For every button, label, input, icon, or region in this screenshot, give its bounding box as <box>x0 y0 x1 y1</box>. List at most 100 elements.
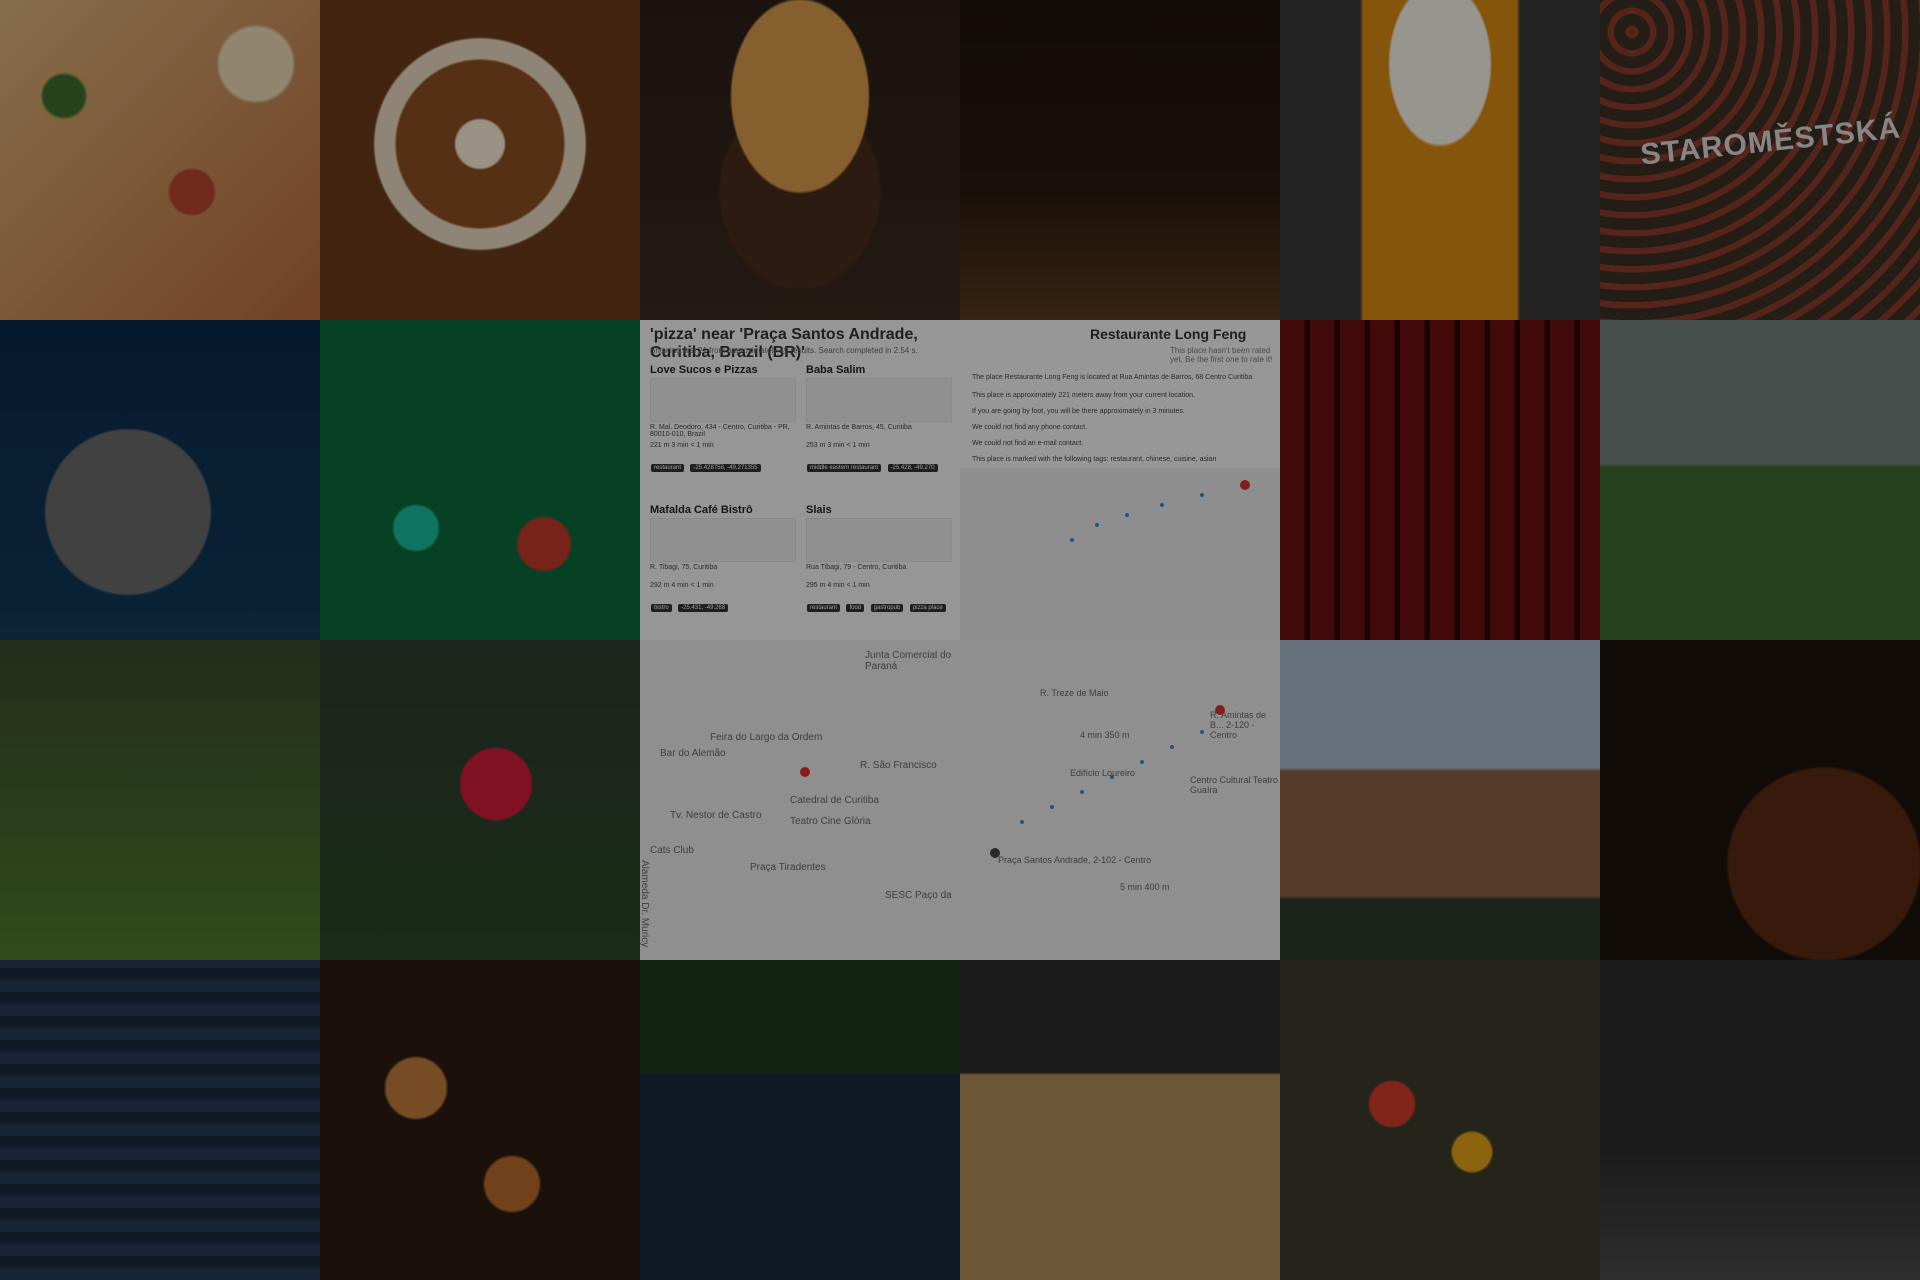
map-label: 5 min 400 m <box>1120 882 1170 892</box>
result-address: R. Amintas de Barros, 45, Curitiba <box>806 424 912 431</box>
tile-metro[interactable]: STAROMĚSTSKÁ <box>1600 0 1920 320</box>
result-map-thumbnail[interactable] <box>650 378 796 422</box>
result-tags: restaurant -25.428758, -49.271355 <box>650 456 762 474</box>
detail-line: This place is marked with the following … <box>972 456 1217 463</box>
burger-photo <box>640 0 960 320</box>
tile-bowling[interactable] <box>960 960 1280 1280</box>
map-label: Praça Santos Andrade, 2-102 - Centro <box>998 855 1152 865</box>
park-photo <box>1600 320 1920 640</box>
result-metrics: 295 m 4 min < 1 min <box>806 582 870 589</box>
tile-beer[interactable] <box>1280 0 1600 320</box>
map-label: Tv. Nestor de Castro <box>670 810 762 821</box>
tile-map-right[interactable]: R. Amintas de B... 2-120 - Centro Praça … <box>960 640 1280 960</box>
tile-place-detail[interactable]: Restaurante Long Feng This place hasn't … <box>960 320 1280 640</box>
tile-aquarium[interactable] <box>0 320 320 640</box>
place-title: Restaurante Long Feng <box>1090 326 1247 342</box>
tile-bakery[interactable] <box>320 960 640 1280</box>
tile-pizza[interactable] <box>0 0 320 320</box>
stadium-photo <box>640 960 960 1280</box>
map-label: Edifício Loureiro <box>1070 768 1136 778</box>
map-label: Junta Comercial do Paraná <box>865 650 952 672</box>
map-pin-icon[interactable] <box>990 848 1000 858</box>
map-label: Praça Tiradentes <box>750 862 826 873</box>
map-label: SESC Paço da <box>885 890 952 901</box>
beer-photo <box>1280 0 1600 320</box>
search-result-card[interactable]: Love Sucos e Pizzas R. Mal. Deodoro, 434… <box>650 364 796 494</box>
route-dot <box>1095 523 1099 527</box>
result-name: Love Sucos e Pizzas <box>650 364 758 376</box>
tag: bistro <box>651 604 672 612</box>
tile-search-results[interactable]: 'pizza' near 'Praça Santos Andrade, Curi… <box>640 320 960 640</box>
route-dot <box>1200 493 1204 497</box>
tile-stadium[interactable] <box>640 960 960 1280</box>
detail-line: We could not find any phone contact. <box>972 424 1088 431</box>
result-address: R. Mal. Deodoro, 434 - Centro, Curitiba … <box>650 424 790 438</box>
result-name: Baba Salim <box>806 364 866 376</box>
result-address: Rua Tibagi, 79 - Centro, Curitiba <box>806 564 907 571</box>
cinema-photo <box>1280 320 1600 640</box>
route-dot <box>1200 730 1204 734</box>
route-dot <box>1110 775 1114 779</box>
map-pin-icon[interactable] <box>1215 705 1225 715</box>
tag: -25.431, -49.268 <box>678 604 729 612</box>
tile-castle[interactable] <box>1280 640 1600 960</box>
route-dot <box>1160 503 1164 507</box>
result-map-thumbnail[interactable] <box>806 378 952 422</box>
airport-photo <box>1600 960 1920 1280</box>
search-meta: Showing first 21 from approximately 49 r… <box>650 346 918 355</box>
search-result-card[interactable]: Mafalda Café Bistrô R. Tibagi, 75, Curit… <box>650 504 796 634</box>
tile-map-left[interactable]: Junta Comercial do Paraná Feira do Largo… <box>640 640 960 960</box>
tile-coffee[interactable] <box>320 0 640 320</box>
tile-dim-overlay <box>960 640 1280 960</box>
tag: gastropub <box>870 604 904 612</box>
pizza-photo <box>0 0 320 320</box>
tag: restaurant <box>651 464 685 472</box>
place-map[interactable] <box>960 468 1280 640</box>
result-name: Slais <box>806 504 832 516</box>
map-pin-icon[interactable] <box>1240 480 1250 490</box>
result-tags: bistro -25.431, -49.268 <box>650 596 729 614</box>
detail-line: We could not find an e-mail contact. <box>972 440 1084 447</box>
map-label: Teatro Cine Glória <box>790 816 871 827</box>
tag: food <box>846 604 865 612</box>
tile-park[interactable] <box>1600 320 1920 640</box>
route-dot <box>1070 538 1074 542</box>
tile-building[interactable] <box>0 960 320 1280</box>
search-result-card[interactable]: Baba Salim R. Amintas de Barros, 45, Cur… <box>806 364 952 494</box>
map-label: Catedral de Curitiba <box>790 795 879 806</box>
result-metrics: 253 m 3 min < 1 min <box>806 442 870 449</box>
result-map-thumbnail[interactable] <box>806 518 952 562</box>
golf-photo <box>320 640 640 960</box>
result-map-thumbnail[interactable] <box>650 518 796 562</box>
tile-airport[interactable] <box>1600 960 1920 1280</box>
bar-photo <box>960 0 1280 320</box>
route-dot <box>1140 760 1144 764</box>
map-label: R. São Francisco <box>860 760 937 771</box>
result-metrics: 292 m 4 min < 1 min <box>650 582 714 589</box>
map-label: Alameda Dr. Muricy <box>640 860 650 948</box>
search-result-card[interactable]: Slais Rua Tibagi, 79 - Centro, Curitiba … <box>806 504 952 634</box>
route-dot <box>1050 805 1054 809</box>
tile-casino[interactable] <box>320 320 640 640</box>
image-collage: STAROMĚSTSKÁ 'pizza' near 'Praça Santos … <box>0 0 1920 1280</box>
route-dot <box>1080 790 1084 794</box>
detail-line: If you are going by foot, you will be th… <box>972 408 1185 415</box>
tag: restaurant <box>807 604 841 612</box>
result-metrics: 221 m 3 min < 1 min <box>650 442 714 449</box>
tile-cellar[interactable] <box>1600 640 1920 960</box>
tile-cinema[interactable] <box>1280 320 1600 640</box>
map-pin-icon[interactable] <box>800 767 810 777</box>
tile-market[interactable] <box>1280 960 1600 1280</box>
bowling-photo <box>960 960 1280 1280</box>
castle-photo <box>1280 640 1600 960</box>
tile-burger[interactable] <box>640 0 960 320</box>
tile-bar[interactable] <box>960 0 1280 320</box>
bakery-photo <box>320 960 640 1280</box>
place-rating: This place hasn't been rated yet. Be the… <box>1170 346 1273 364</box>
map-label: 4 min 350 m <box>1080 730 1130 740</box>
map-label: Cats Club <box>650 845 694 856</box>
tile-golf[interactable] <box>320 640 640 960</box>
detail-line: The place Restaurante Long Feng is locat… <box>972 374 1253 381</box>
tile-yoga[interactable] <box>0 640 320 960</box>
result-name: Mafalda Café Bistrô <box>650 504 753 516</box>
